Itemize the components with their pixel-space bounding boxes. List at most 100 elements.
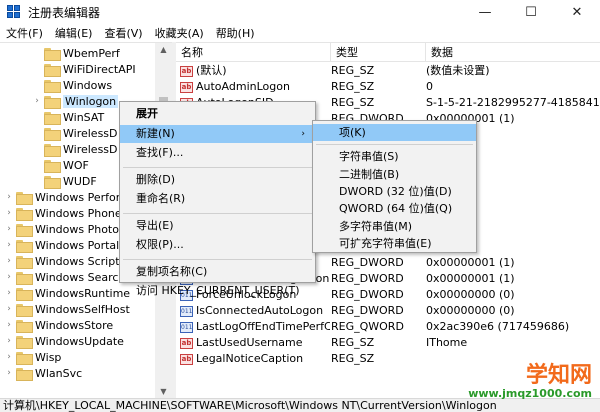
watermark-title: 学知网 <box>525 363 592 388</box>
context-menu-item[interactable]: 展开 <box>120 105 315 123</box>
chevron-right-icon[interactable]: › <box>32 96 42 106</box>
folder-icon <box>16 335 33 349</box>
chevron-right-icon[interactable]: › <box>4 288 14 298</box>
scroll-down-icon[interactable]: ▼ <box>155 385 172 398</box>
chevron-right-icon[interactable]: › <box>4 352 14 362</box>
chevron-right-icon[interactable]: › <box>4 208 14 218</box>
tree-item[interactable]: WUDF <box>32 173 97 189</box>
submenu-item-label: 可扩充字符串值(E) <box>339 236 432 250</box>
tree-item[interactable]: WirelessD <box>32 141 118 157</box>
tree-item-label: WlanSvc <box>35 366 83 380</box>
tree-item-label: WindowsStore <box>35 318 114 332</box>
string-value-icon: ab <box>180 65 193 77</box>
folder-icon <box>44 159 61 173</box>
context-menu-item[interactable]: 删除(D) <box>120 171 315 189</box>
tree-item[interactable]: WiFiDirectAPI <box>32 61 136 77</box>
value-data: 0x00000000 (0) <box>426 288 515 301</box>
folder-icon <box>44 175 61 189</box>
tree-item[interactable]: › WindowsRuntime <box>4 285 130 301</box>
string-value-icon: ab <box>180 353 193 365</box>
context-menu-item[interactable]: 权限(P)... <box>120 236 315 254</box>
tree-item[interactable]: › Windows Portal <box>4 237 119 253</box>
chevron-right-icon[interactable]: › <box>4 304 14 314</box>
tree-item[interactable]: › WindowsStore <box>4 317 113 333</box>
chevron-right-icon[interactable]: › <box>4 336 14 346</box>
tree-item[interactable]: › Windows Photo <box>4 221 119 237</box>
context-menu-item[interactable]: 重命名(R) <box>120 190 315 208</box>
tree-item[interactable]: › Windows Perfor <box>4 189 120 205</box>
column-header-name[interactable]: 名称 <box>176 43 331 62</box>
tree-item[interactable]: › Windows Phone <box>4 205 122 221</box>
chevron-right-icon[interactable]: › <box>4 320 14 330</box>
submenu-item[interactable]: DWORD (32 位)值(D) <box>313 183 476 200</box>
chevron-right-icon[interactable]: › <box>4 368 14 378</box>
scroll-up-icon[interactable]: ▲ <box>155 43 172 57</box>
string-value-icon: ab <box>180 337 193 349</box>
menu-file[interactable]: 文件(F) <box>0 25 49 41</box>
tree-item[interactable]: › WindowsSelfHost <box>4 301 130 317</box>
submenu-item[interactable]: 多字符串值(M) <box>313 218 476 235</box>
tree-item[interactable]: › Windows Search <box>4 269 125 285</box>
submenu-item[interactable]: 可扩充字符串值(E) <box>313 235 476 252</box>
tree-item[interactable]: › Winlogon <box>32 93 119 109</box>
column-header-type[interactable]: 类型 <box>331 43 426 62</box>
value-row[interactable]: ab (默认) REG_SZ (数值未设置) <box>176 63 600 79</box>
tree-item[interactable]: › Windows Script <box>4 253 120 269</box>
submenu-item[interactable]: 项(K) <box>313 124 476 141</box>
value-type: REG_DWORD <box>331 256 404 269</box>
context-menu-item[interactable]: 复制项名称(C) <box>120 263 315 281</box>
minimize-button[interactable]: — <box>462 0 508 24</box>
folder-icon <box>16 239 33 253</box>
value-row[interactable]: 011 IsConnectedAutoLogon REG_DWORD 0x000000… <box>176 303 600 319</box>
submenu-item[interactable]: 字符串值(S) <box>313 148 476 165</box>
tree-item[interactable]: WirelessD <box>32 125 118 141</box>
context-menu-item-label: 删除(D) <box>136 172 176 186</box>
tree-item[interactable]: WbemPerf <box>32 45 120 61</box>
chevron-right-icon[interactable]: › <box>4 240 14 250</box>
tree-item[interactable]: › WlanSvc <box>4 365 82 381</box>
value-name: AutoAdminLogon <box>196 80 290 93</box>
tree-item[interactable]: › WindowsUpdate <box>4 333 124 349</box>
value-name: LastLogOffEndTimePerfCo... <box>196 320 330 333</box>
tree-item-label: WUDF <box>63 174 97 188</box>
chevron-right-icon[interactable]: › <box>4 256 14 266</box>
context-menu-item[interactable]: 访问 HKEY_CURRENT_USER(T) <box>120 282 315 300</box>
submenu-item-label: 项(K) <box>339 126 366 139</box>
value-name-cell: ab AutoAdminLogon <box>180 79 330 95</box>
submenu-item-label: 多字符串值(M) <box>339 219 413 233</box>
tree-item-label: Windows Search <box>35 270 126 284</box>
submenu-item[interactable]: QWORD (64 位)值(Q) <box>313 200 476 217</box>
regedit-icon <box>7 5 21 19</box>
maximize-button[interactable]: ☐ <box>508 0 554 24</box>
menu-edit[interactable]: 编辑(E) <box>49 25 99 41</box>
submenu-item-label: DWORD (32 位)值(D) <box>339 184 452 198</box>
submenu-item[interactable]: 二进制值(B) <box>313 166 476 183</box>
folder-icon <box>44 79 61 93</box>
folder-icon <box>16 367 33 381</box>
value-type: REG_QWORD <box>331 320 404 333</box>
menu-help[interactable]: 帮助(H) <box>210 25 261 41</box>
watermark: 学知网 www.jmqz1000.com <box>468 364 592 400</box>
value-row[interactable]: ab LastUsedUsername REG_SZ IThome <box>176 335 600 351</box>
tree-item[interactable]: WOF <box>32 157 89 173</box>
tree-item[interactable]: WinSAT <box>32 109 104 125</box>
value-data: (数值未设置) <box>426 64 490 77</box>
close-button[interactable]: ✕ <box>554 0 600 24</box>
menu-view[interactable]: 查看(V) <box>98 25 148 41</box>
tree-item[interactable]: › Wisp <box>4 349 61 365</box>
chevron-right-icon[interactable]: › <box>4 224 14 234</box>
value-type: REG_SZ <box>331 352 375 365</box>
context-menu-item[interactable]: 导出(E) <box>120 217 315 235</box>
value-row[interactable]: ab AutoAdminLogon REG_SZ 0 <box>176 79 600 95</box>
chevron-right-icon[interactable]: › <box>4 272 14 282</box>
chevron-right-icon[interactable]: › <box>4 192 14 202</box>
menu-favorites[interactable]: 收藏夹(A) <box>149 25 210 41</box>
folder-icon <box>44 111 61 125</box>
value-row[interactable]: 011LastLogOffEndTimePerfCo...REG_QWORD 0x… <box>176 319 600 335</box>
context-menu-item[interactable]: 查找(F)... <box>120 144 315 162</box>
column-header-data[interactable]: 数据 <box>426 43 600 62</box>
tree-item[interactable]: Windows <box>32 77 112 93</box>
context-menu-item[interactable]: 新建(N) › <box>120 124 315 143</box>
string-value-icon: ab <box>180 81 193 93</box>
tree-item-label: Windows Portal <box>35 238 120 252</box>
